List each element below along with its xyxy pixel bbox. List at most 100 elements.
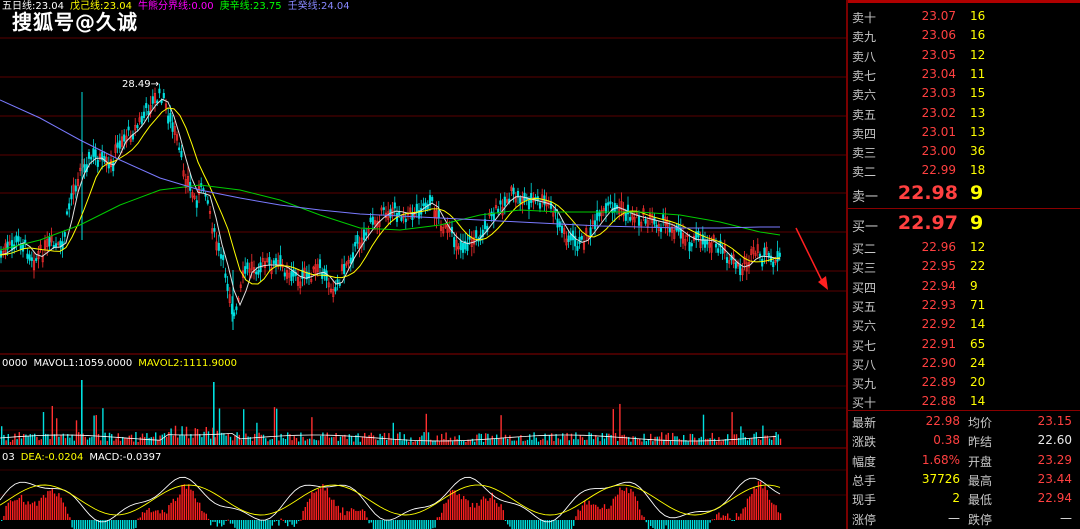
macd-bar bbox=[735, 513, 738, 520]
volume-value: 9 bbox=[970, 182, 984, 204]
volume-bar bbox=[234, 436, 236, 445]
macd-bar bbox=[460, 499, 463, 520]
macd-bar bbox=[139, 517, 141, 520]
volume-value: 14 bbox=[970, 317, 986, 332]
candle-body bbox=[629, 217, 632, 221]
candle-body bbox=[94, 149, 97, 159]
order-book-row[interactable]: 卖九 23.06 16 bbox=[848, 26, 1080, 45]
volume-bar bbox=[144, 436, 146, 445]
volume-bar bbox=[42, 412, 45, 445]
macd-bar bbox=[71, 520, 73, 528]
order-book-row[interactable]: 买四 22.94 9 bbox=[848, 277, 1080, 296]
macd-bar bbox=[650, 520, 652, 526]
candle-body bbox=[475, 230, 478, 238]
volume-bar bbox=[423, 432, 425, 445]
volume-bar bbox=[361, 436, 364, 445]
macd-bar bbox=[78, 520, 80, 529]
volume-bar bbox=[526, 439, 529, 445]
volume-bar bbox=[755, 432, 757, 445]
volume-bar bbox=[359, 441, 361, 445]
macd-bar bbox=[282, 519, 284, 521]
order-book-row[interactable]: 卖三 23.00 36 bbox=[848, 142, 1080, 161]
order-book-row[interactable]: 买三 22.95 22 bbox=[848, 257, 1080, 276]
ma-yellow-line bbox=[0, 107, 781, 285]
volume-bar bbox=[427, 432, 430, 445]
macd-bar bbox=[155, 510, 157, 520]
order-book-row[interactable]: 买一 22.97 9 bbox=[848, 212, 1080, 235]
candle-body bbox=[637, 215, 641, 226]
macd-bar bbox=[91, 520, 93, 529]
volume-bar bbox=[647, 439, 650, 445]
volume-bar bbox=[36, 436, 38, 445]
macd-bar bbox=[317, 488, 320, 520]
order-book-row[interactable]: 卖六 23.03 15 bbox=[848, 84, 1080, 103]
macd-bar bbox=[135, 520, 137, 528]
candle-body bbox=[369, 217, 372, 223]
order-book-row[interactable]: 卖五 23.02 13 bbox=[848, 104, 1080, 123]
volume-bar bbox=[573, 439, 575, 445]
chart-area[interactable]: 五日线:23.04 戊己线:23.04 牛熊分界线:0.00 庚辛线:23.75 壬癸线… bbox=[0, 0, 846, 529]
volume-bar bbox=[67, 434, 69, 445]
volume-bar bbox=[192, 437, 194, 445]
volume-bar bbox=[170, 428, 172, 445]
order-book-row[interactable]: 卖七 23.04 11 bbox=[848, 65, 1080, 84]
order-book-row[interactable]: 卖二 22.99 18 bbox=[848, 161, 1080, 180]
volume-bar bbox=[678, 438, 680, 445]
macd-bar bbox=[555, 520, 557, 529]
order-book-row[interactable]: 卖八 23.05 12 bbox=[848, 46, 1080, 65]
volume-bar bbox=[379, 433, 381, 445]
macd-bar bbox=[423, 520, 425, 529]
candle-body bbox=[68, 203, 71, 210]
candle-body bbox=[499, 200, 502, 205]
macd-bar bbox=[755, 488, 757, 520]
macd-bar bbox=[397, 520, 399, 529]
macd-bar bbox=[152, 511, 155, 520]
macd-bar bbox=[69, 517, 71, 520]
macd-bar bbox=[568, 520, 570, 529]
macd-bar bbox=[760, 481, 762, 520]
order-book-row[interactable]: 卖十 23.07 16 bbox=[848, 7, 1080, 26]
volume-bar bbox=[181, 426, 183, 445]
candle-body bbox=[404, 218, 407, 223]
order-book-row[interactable]: 卖四 23.01 13 bbox=[848, 123, 1080, 142]
macd-bar bbox=[170, 502, 172, 520]
order-book-row[interactable]: 买九 22.89 20 bbox=[848, 373, 1080, 392]
candle-body bbox=[127, 126, 130, 131]
macd-bar bbox=[691, 520, 694, 529]
volume-bar bbox=[603, 438, 606, 445]
macd-bar bbox=[31, 502, 34, 520]
volume-value: 71 bbox=[970, 297, 986, 312]
volume-bar bbox=[102, 408, 104, 445]
candle-body bbox=[257, 269, 260, 275]
macd-bar bbox=[452, 489, 454, 520]
macd-bar bbox=[194, 498, 196, 520]
volume-bar bbox=[458, 435, 460, 445]
candle-body bbox=[772, 261, 775, 268]
order-book-row[interactable]: 卖一 22.98 9 bbox=[848, 182, 1080, 205]
macd-bar bbox=[654, 520, 656, 529]
macd-bar bbox=[636, 500, 639, 520]
volume-bar bbox=[133, 441, 135, 445]
order-book-row[interactable]: 买七 22.91 65 bbox=[848, 335, 1080, 354]
order-book-row[interactable]: 买二 22.96 12 bbox=[848, 238, 1080, 257]
order-book-row[interactable]: 买五 22.93 71 bbox=[848, 296, 1080, 315]
volume-bar bbox=[163, 433, 166, 445]
macd-bar bbox=[119, 520, 122, 529]
volume-bar bbox=[69, 437, 71, 445]
macd-bar bbox=[265, 520, 267, 529]
order-book-row[interactable]: 买六 22.92 14 bbox=[848, 315, 1080, 334]
volume-bar bbox=[177, 437, 179, 445]
order-book-row[interactable]: 买八 22.90 24 bbox=[848, 354, 1080, 373]
volume-bar bbox=[559, 439, 562, 445]
volume-bar bbox=[58, 436, 60, 445]
macd-bar bbox=[562, 520, 564, 529]
macd-bar bbox=[5, 505, 7, 520]
macd-bar bbox=[408, 520, 410, 529]
order-book-row[interactable]: 买十 22.88 14 bbox=[848, 392, 1080, 411]
stat-value: 22.94 bbox=[1037, 491, 1072, 506]
volume-bar bbox=[463, 440, 465, 445]
macd-bar bbox=[108, 520, 111, 529]
candle-body bbox=[116, 142, 119, 148]
volume-bar bbox=[20, 438, 23, 445]
volume-bar bbox=[199, 434, 201, 445]
